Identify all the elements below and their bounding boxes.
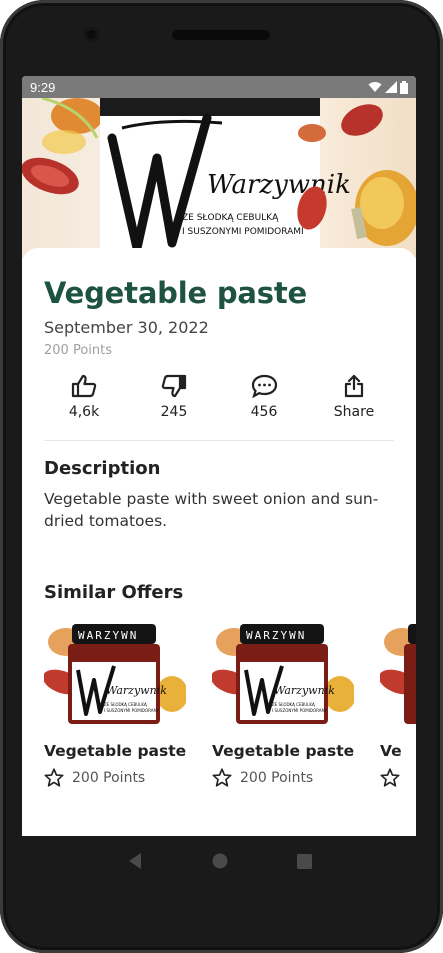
comment-count: 456 bbox=[250, 404, 278, 420]
offer-image: WARZYWN Warzywnik ZE SŁODKĄ CEBULKĄ I SU… bbox=[44, 622, 186, 724]
home-icon[interactable] bbox=[212, 853, 228, 869]
offer-points-text: 200 Points bbox=[72, 769, 146, 786]
product-hero-image: Warzywnik ZE SŁODKĄ CEBULKĄ I SUSZONYMI … bbox=[22, 98, 416, 258]
dislike-count: 245 bbox=[160, 404, 188, 420]
status-bar: 9:29 bbox=[22, 76, 416, 98]
similar-offers-carousel[interactable]: WARZYWN Warzywnik ZE SŁODKĄ CEBULKĄ I SU… bbox=[44, 622, 416, 822]
jar-lid-text: WARZYWN bbox=[246, 629, 306, 642]
front-camera bbox=[84, 27, 99, 42]
share-icon bbox=[344, 374, 364, 398]
back-icon[interactable] bbox=[127, 852, 143, 870]
comment-icon bbox=[251, 374, 277, 398]
share-button[interactable]: Share bbox=[314, 374, 394, 438]
jar-subtitle-2: I SUSZONYMI POMIDORAMI bbox=[104, 708, 158, 713]
phone-frame: 9:29 Warzywnik ZE SŁODKĄ CEBULKĄ I SUSZO… bbox=[0, 0, 443, 953]
offer-points-text: 200 Points bbox=[240, 769, 314, 786]
offer-points-row bbox=[380, 768, 416, 787]
jar-subtitle-1: ZE SŁODKĄ CEBULKĄ bbox=[104, 702, 147, 707]
hero-subtitle-2: I SUSZONYMI POMIDORAMI bbox=[182, 227, 304, 237]
thumbs-down-icon bbox=[161, 374, 187, 398]
star-icon bbox=[380, 768, 400, 787]
offer-card[interactable]: Ve bbox=[380, 622, 416, 787]
offer-title: Vegetable paste bbox=[44, 742, 187, 760]
offer-image bbox=[380, 622, 416, 724]
battery-icon bbox=[400, 80, 408, 94]
divider bbox=[44, 440, 394, 441]
offer-title: Ve bbox=[380, 742, 402, 760]
wifi-icon bbox=[368, 82, 382, 92]
description-heading: Description bbox=[44, 458, 161, 479]
offer-points-row: 200 Points bbox=[44, 768, 192, 787]
earpiece-speaker bbox=[172, 30, 270, 40]
offer-points-row: 200 Points bbox=[212, 768, 360, 787]
jar-brand-text: Warzywnik bbox=[274, 684, 335, 697]
description-text: Vegetable paste with sweet onion and sun… bbox=[44, 490, 379, 530]
jar-subtitle-2: I SUSZONYMI POMIDORAMI bbox=[272, 708, 326, 713]
similar-offers-heading: Similar Offers bbox=[44, 582, 184, 603]
like-button[interactable]: 4,6k bbox=[44, 374, 124, 438]
jar-lid-text: WARZYWN bbox=[78, 629, 138, 642]
product-points: 200 Points bbox=[44, 343, 112, 358]
dislike-button[interactable]: 245 bbox=[134, 374, 214, 438]
thumbs-up-icon bbox=[71, 374, 97, 398]
status-time: 9:29 bbox=[30, 79, 56, 95]
jar-subtitle-1: ZE SŁODKĄ CEBULKĄ bbox=[272, 702, 315, 707]
signal-icon bbox=[385, 81, 397, 93]
system-navigation-bar bbox=[22, 836, 416, 886]
product-detail-card: Vegetable paste September 30, 2022 200 P… bbox=[22, 248, 416, 836]
share-label: Share bbox=[333, 404, 375, 420]
like-count: 4,6k bbox=[68, 404, 100, 420]
product-date: September 30, 2022 bbox=[44, 318, 209, 337]
offer-title: Vegetable paste bbox=[212, 742, 355, 760]
star-icon bbox=[44, 768, 64, 787]
hero-brand-text: Warzywnik bbox=[207, 170, 351, 200]
action-bar: 4,6k 245 456 Share bbox=[44, 374, 394, 438]
app-screen: 9:29 Warzywnik ZE SŁODKĄ CEBULKĄ I SUSZO… bbox=[22, 76, 416, 836]
comment-button[interactable]: 456 bbox=[224, 374, 304, 438]
offer-image: WARZYWN Warzywnik ZE SŁODKĄ CEBULKĄ I SU… bbox=[212, 622, 354, 724]
hero-subtitle-1: ZE SŁODKĄ CEBULKĄ bbox=[182, 213, 279, 223]
offer-card[interactable]: WARZYWN Warzywnik ZE SŁODKĄ CEBULKĄ I SU… bbox=[212, 622, 360, 787]
jar-brand-text: Warzywnik bbox=[106, 684, 167, 697]
star-icon bbox=[212, 768, 232, 787]
offer-card[interactable]: WARZYWN Warzywnik ZE SŁODKĄ CEBULKĄ I SU… bbox=[44, 622, 192, 787]
recents-icon[interactable] bbox=[296, 853, 312, 869]
product-title: Vegetable paste bbox=[44, 276, 307, 310]
